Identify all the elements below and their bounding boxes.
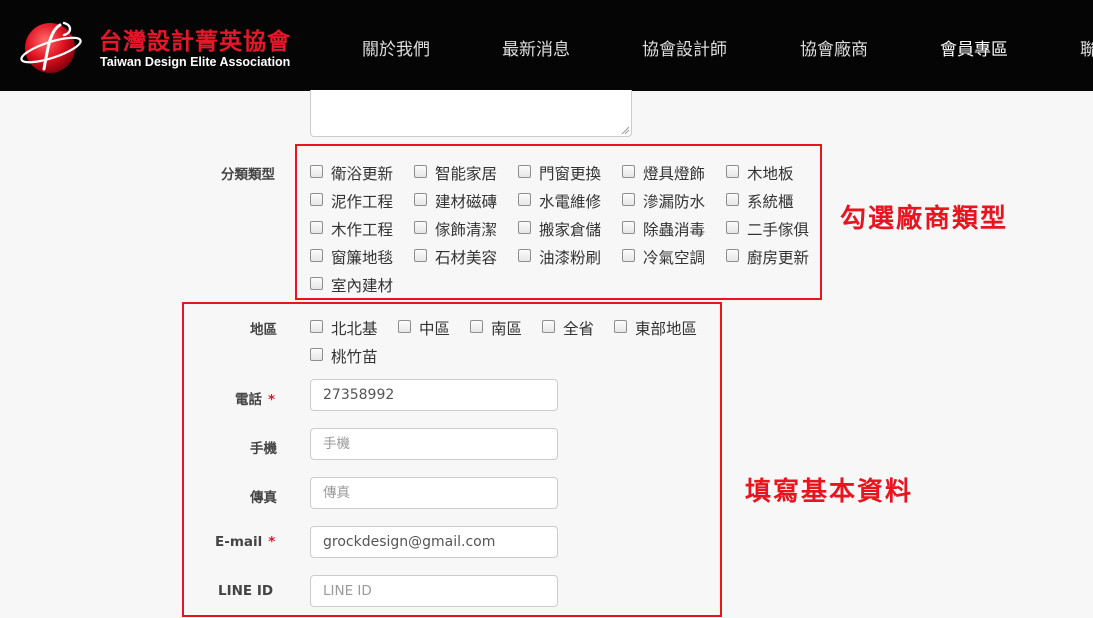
logo-icon[interactable] <box>20 17 86 77</box>
category-annotation: 勾選廠商類型 <box>840 204 1009 234</box>
nav-news[interactable]: 最新消息 <box>502 35 570 60</box>
logo-subtitle: Taiwan Design Elite Association <box>100 55 291 69</box>
description-textarea[interactable] <box>310 90 632 137</box>
nav-designers[interactable]: 協會設計師 <box>642 35 727 60</box>
logo-title[interactable]: 台灣設計菁英協會 <box>99 22 291 56</box>
site-header: 台灣設計菁英協會 Taiwan Design Elite Association… <box>0 0 1093 91</box>
nav-members[interactable]: 會員專區 <box>940 35 1008 60</box>
basic-info-annotation: 填寫基本資料 <box>745 477 914 507</box>
nav-contact[interactable]: 聯 <box>1080 35 1093 60</box>
nav-vendors[interactable]: 協會廠商 <box>800 35 868 60</box>
nav-about[interactable]: 關於我們 <box>362 35 430 60</box>
basic-info-highlight-box <box>182 302 722 617</box>
category-label: 分類類型 <box>221 167 275 183</box>
category-highlight-box <box>295 144 822 300</box>
resize-handle-icon[interactable] <box>620 125 630 135</box>
